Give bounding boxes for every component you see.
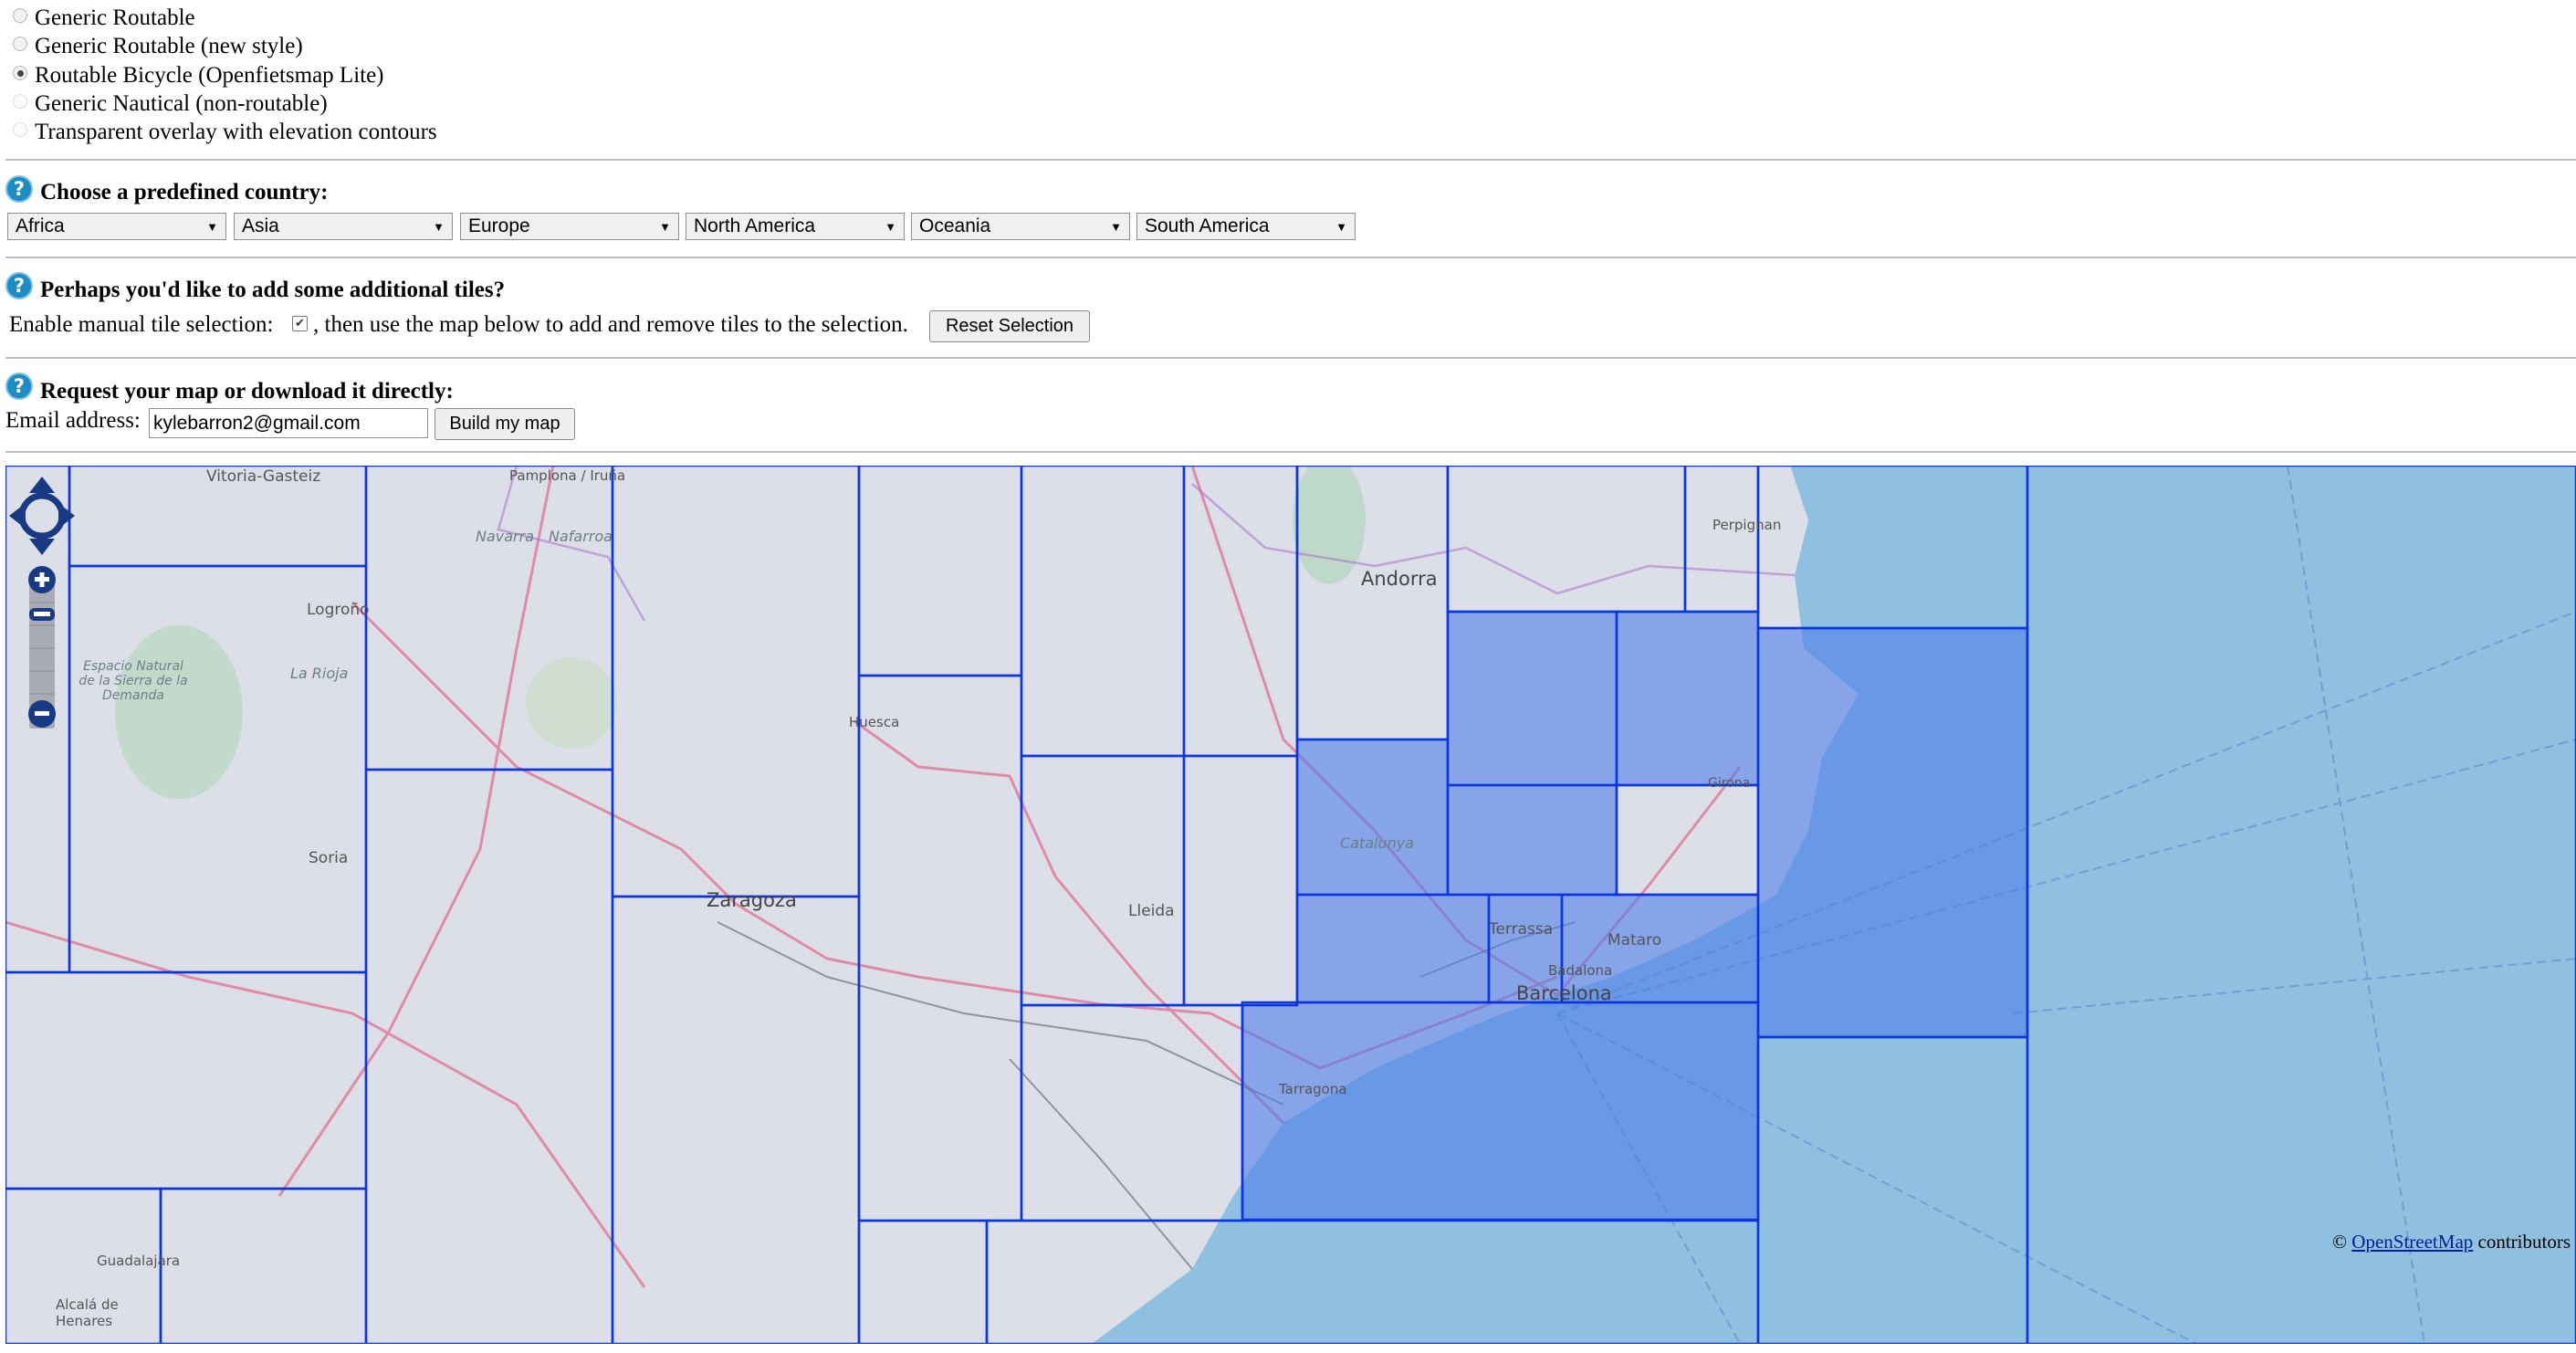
zoom-in-icon[interactable] bbox=[28, 566, 56, 593]
dropdown-caret-icon: ▼ bbox=[1335, 219, 1347, 234]
place-label: Logroño bbox=[307, 601, 370, 619]
style-radio[interactable] bbox=[13, 37, 27, 51]
help-icon[interactable]: ? bbox=[5, 175, 33, 203]
divider bbox=[5, 159, 2576, 161]
place-label: Badalona bbox=[1548, 962, 1613, 979]
divider bbox=[5, 357, 2576, 359]
region-label: Nafarroa bbox=[549, 528, 613, 545]
place-label: Huesca bbox=[849, 714, 900, 730]
request-section-heading: ? Request your map or download it direct… bbox=[5, 372, 454, 404]
dropdown-caret-icon: ▼ bbox=[1110, 219, 1122, 234]
country-select-asia[interactable]: Asia ▼ bbox=[234, 213, 453, 240]
select-value: Oceania bbox=[919, 215, 991, 236]
place-label: Perpignan bbox=[1712, 517, 1782, 533]
dropdown-caret-icon: ▼ bbox=[206, 219, 218, 234]
select-value: North America bbox=[694, 215, 816, 236]
manual-tile-checkbox[interactable]: ✔ bbox=[292, 316, 308, 331]
region-label: Navarra bbox=[476, 528, 535, 545]
attribution-suffix: contributors bbox=[2473, 1231, 2571, 1253]
place-label: Mataro bbox=[1607, 931, 1662, 949]
help-icon[interactable]: ? bbox=[5, 272, 33, 299]
style-option-generic-routable-new[interactable]: Generic Routable (new style) bbox=[13, 33, 303, 60]
place-label: Andorra bbox=[1361, 568, 1438, 590]
country-select-africa[interactable]: Africa ▼ bbox=[7, 213, 226, 240]
zoom-out-icon[interactable] bbox=[28, 700, 56, 728]
reset-selection-button[interactable]: Reset Selection bbox=[929, 310, 1090, 342]
place-label: Terrassa bbox=[1489, 920, 1554, 939]
style-label: Transparent overlay with elevation conto… bbox=[35, 120, 437, 144]
place-label: Tarragona bbox=[1279, 1081, 1347, 1097]
request-heading-text: Request your map or download it directly… bbox=[40, 379, 454, 404]
country-select-north-america[interactable]: North America ▼ bbox=[686, 213, 905, 240]
map-canvas[interactable] bbox=[5, 466, 2576, 1344]
country-heading-text: Choose a predefined country: bbox=[40, 180, 329, 205]
select-value: Africa bbox=[16, 215, 65, 236]
dropdown-caret-icon: ▼ bbox=[433, 219, 445, 234]
map-attribution: © OpenStreetMap contributors bbox=[2332, 1231, 2571, 1253]
style-label: Routable Bicycle (Openfietsmap Lite) bbox=[35, 63, 384, 88]
dropdown-caret-icon: ▼ bbox=[659, 219, 671, 234]
style-label: Generic Routable (new style) bbox=[35, 34, 303, 58]
manual-tile-instructions: , then use the map below to add and remo… bbox=[313, 312, 908, 337]
style-label: Generic Routable bbox=[35, 5, 195, 30]
place-label: Zaragoza bbox=[707, 889, 797, 911]
dropdown-caret-icon: ▼ bbox=[885, 219, 896, 234]
place-label: Vitoria-Gasteiz bbox=[206, 467, 321, 486]
country-section-heading: ? Choose a predefined country: bbox=[5, 175, 329, 205]
country-select-europe[interactable]: Europe ▼ bbox=[460, 213, 679, 240]
build-map-button[interactable]: Build my map bbox=[435, 408, 575, 440]
help-icon[interactable]: ? bbox=[5, 372, 33, 400]
openstreetmap-link[interactable]: OpenStreetMap bbox=[2351, 1231, 2473, 1253]
place-label: Barcelona bbox=[1516, 982, 1612, 1004]
style-radio[interactable] bbox=[13, 8, 27, 23]
style-option-generic-nautical[interactable]: Generic Nautical (non-routable) bbox=[13, 90, 328, 118]
place-label: Guadalajara bbox=[97, 1253, 181, 1269]
select-value: Asia bbox=[242, 215, 279, 236]
place-label: Lleida bbox=[1128, 902, 1175, 920]
place-label: Girona bbox=[1708, 776, 1751, 791]
tiles-section-heading: ? Perhaps you'd like to add some additio… bbox=[5, 272, 505, 302]
divider bbox=[5, 451, 2576, 453]
tiles-heading-text: Perhaps you'd like to add some additiona… bbox=[40, 278, 506, 302]
manual-tile-label: Enable manual tile selection: bbox=[9, 312, 274, 337]
tile-selection-map[interactable]: Vitoria-Gasteiz Pamplona / Iruña Navarra… bbox=[5, 466, 2576, 1344]
style-radio[interactable] bbox=[13, 94, 27, 109]
select-value: Europe bbox=[468, 215, 530, 236]
region-label: La Rioja bbox=[290, 665, 349, 682]
place-label: Alcalá de Henares bbox=[56, 1296, 119, 1329]
zoom-slider-handle[interactable] bbox=[29, 608, 55, 621]
divider bbox=[5, 257, 2576, 258]
country-select-oceania[interactable]: Oceania ▼ bbox=[911, 213, 1130, 240]
country-select-south-america[interactable]: South America ▼ bbox=[1136, 213, 1356, 240]
forest-area bbox=[115, 625, 243, 799]
forest-area bbox=[526, 657, 617, 749]
style-option-routable-bicycle[interactable]: Routable Bicycle (Openfietsmap Lite) bbox=[13, 62, 384, 89]
select-value: South America bbox=[1145, 215, 1270, 236]
place-label: Pamplona / Iruña bbox=[509, 467, 626, 484]
style-option-generic-routable[interactable]: Generic Routable bbox=[13, 5, 195, 32]
style-option-elevation-overlay[interactable]: Transparent overlay with elevation conto… bbox=[13, 119, 437, 146]
region-label: Catalunya bbox=[1340, 834, 1415, 852]
email-field[interactable] bbox=[149, 408, 428, 438]
email-label: Email address: bbox=[5, 408, 141, 433]
style-label: Generic Nautical (non-routable) bbox=[35, 91, 328, 116]
park-label: Espacio Natural de la Sierra de la Deman… bbox=[79, 659, 188, 703]
place-label: Soria bbox=[309, 849, 349, 867]
style-radio-selected[interactable] bbox=[13, 66, 27, 80]
style-radio[interactable] bbox=[13, 122, 27, 137]
